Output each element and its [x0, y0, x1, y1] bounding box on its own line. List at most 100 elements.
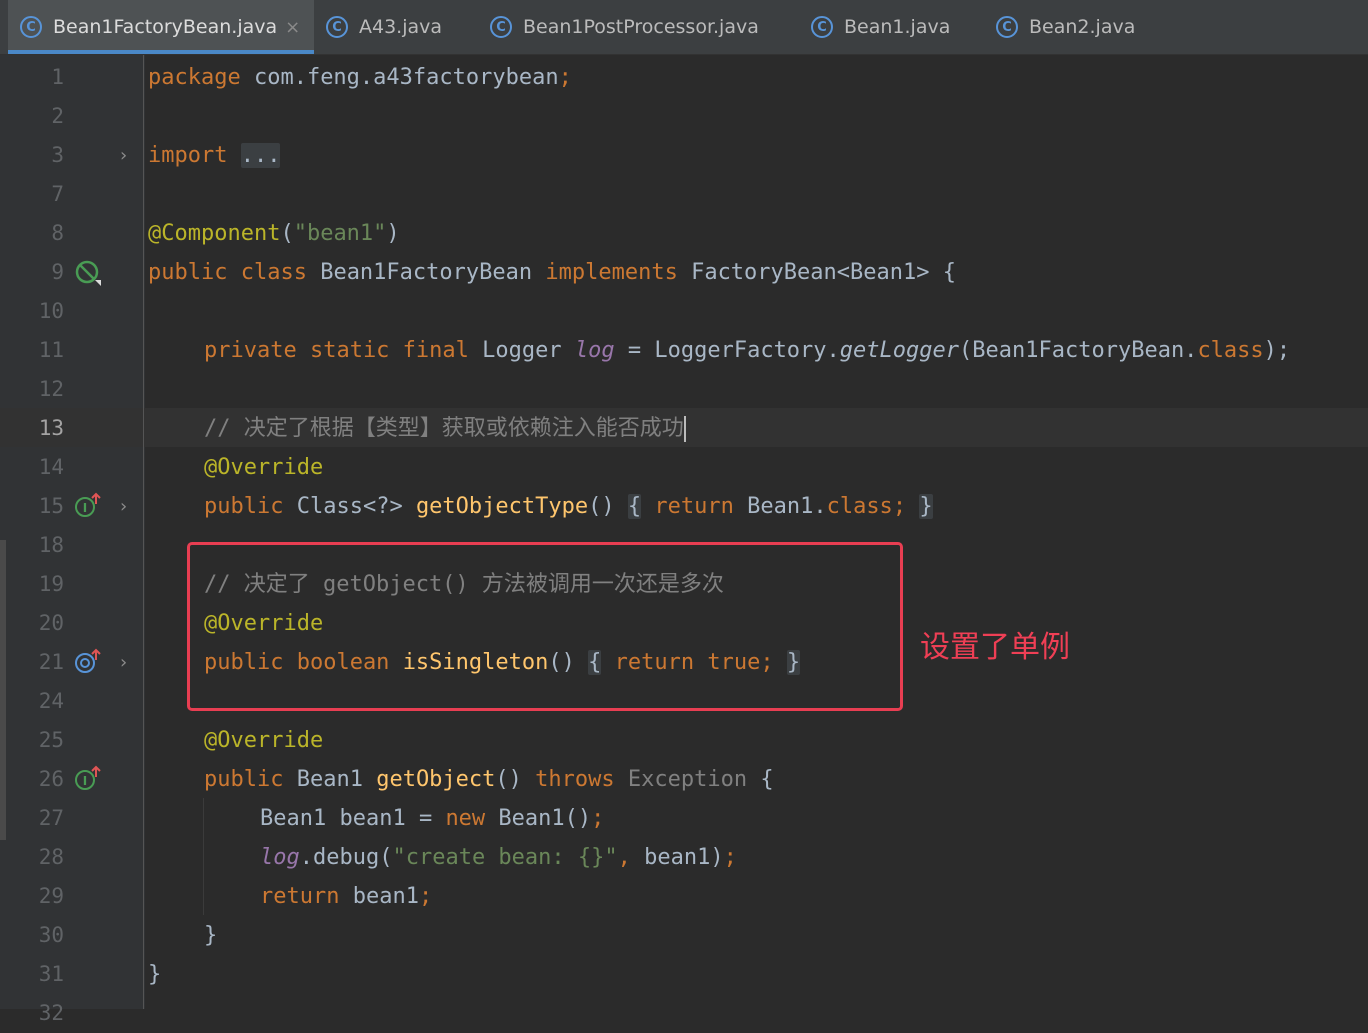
tab-bean1[interactable]: C Bean1.java — [811, 0, 950, 54]
code-line: 12 — [0, 370, 1368, 409]
tab-a43[interactable]: C A43.java — [326, 0, 442, 54]
code-text[interactable]: package com.feng.a43factorybean; — [148, 58, 572, 97]
method-call: getLogger — [839, 338, 960, 363]
svg-text:I: I — [83, 501, 87, 515]
line-number: 27 — [38, 806, 64, 830]
code-line: 13 // 决定了根据【类型】获取或依赖注入能否成功 — [0, 409, 1368, 448]
field: log — [260, 845, 300, 870]
indent-guide — [203, 798, 204, 915]
method-name: getObject — [376, 767, 496, 792]
keyword: public — [204, 494, 284, 519]
declaration: Bean1 bean1 = — [260, 806, 446, 831]
line-number: 1 — [51, 65, 64, 89]
code-text[interactable]: public Bean1 getObject() throws Exceptio… — [204, 760, 774, 799]
code-text[interactable]: @Component("bean1") — [148, 214, 400, 253]
close-icon[interactable]: × — [285, 17, 300, 38]
line-number: 2 — [51, 104, 64, 128]
class-icon: C — [811, 16, 833, 38]
code-text[interactable]: private static final Logger log = Logger… — [204, 331, 1290, 370]
tab-label: Bean2.java — [1029, 16, 1136, 38]
keyword: private static final — [204, 338, 469, 363]
string-literal: "bean1" — [293, 221, 387, 246]
code-line: 28 log.debug("create bean: {}", bean1); — [0, 838, 1368, 877]
line-number: 9 — [51, 260, 64, 284]
tab-label: Bean1PostProcessor.java — [523, 16, 759, 38]
line-number: 7 — [51, 182, 64, 206]
tab-bean2[interactable]: C Bean2.java — [996, 0, 1135, 54]
folded-imports[interactable]: ... — [240, 143, 281, 168]
code-text[interactable]: Bean1 bean1 = new Bean1(); — [260, 799, 604, 838]
operator: = LoggerFactory. — [614, 338, 840, 363]
code-line: 3 › import ... — [0, 136, 1368, 175]
class-ref: Bean1. — [733, 494, 827, 519]
keyword: implements — [545, 260, 678, 285]
tab-bean1postprocessor[interactable]: C Bean1PostProcessor.java — [490, 0, 759, 54]
method-call: .debug( — [299, 845, 393, 870]
line-number: 15 — [38, 494, 64, 518]
line-number: 25 — [38, 728, 64, 752]
code-text[interactable]: return bean1; — [260, 877, 432, 916]
paren: ) — [386, 221, 400, 246]
class-icon: C — [20, 16, 42, 38]
code-text[interactable]: public Class<?> getObjectType() { return… — [204, 487, 933, 526]
code-line: 9 public class Bean1FactoryBean implemen… — [0, 253, 1368, 292]
line-number: 21 — [38, 650, 64, 674]
annotation: @Override — [204, 728, 324, 753]
text-cursor — [683, 416, 686, 442]
keyword: throws — [535, 767, 615, 792]
brace: { — [747, 767, 774, 792]
paren: ( — [280, 221, 294, 246]
semicolon: ; — [723, 845, 737, 870]
comment: // 决定了根据【类型】获取或依赖注入能否成功 — [204, 416, 684, 441]
line-number: 30 — [38, 923, 64, 947]
fold-chevron-icon[interactable]: › — [118, 643, 129, 682]
keyword: return — [260, 884, 340, 909]
end: ); — [1263, 338, 1291, 363]
code-text[interactable]: // 决定了根据【类型】获取或依赖注入能否成功 — [204, 409, 686, 448]
implements-method-icon[interactable]: I — [74, 765, 102, 797]
annotation: @Override — [204, 455, 324, 480]
line-number: 26 — [38, 767, 64, 791]
class-icon: C — [490, 16, 512, 38]
code-text[interactable]: public class Bean1FactoryBean implements… — [148, 253, 956, 292]
highlight-box — [187, 542, 903, 711]
code-line: 26 I public Bean1 getObject() throws Exc… — [0, 760, 1368, 799]
keyword: package — [148, 65, 241, 90]
code-text[interactable]: @Override — [204, 448, 323, 487]
semicolon: ; — [591, 806, 605, 831]
class-icon: C — [326, 16, 348, 38]
code-line: 14 @Override — [0, 448, 1368, 487]
fold-chevron-icon[interactable]: › — [118, 136, 129, 175]
overrides-method-icon[interactable] — [74, 648, 102, 680]
no-bean-icon[interactable] — [74, 259, 102, 291]
tab-bean1factorybean[interactable]: C Bean1FactoryBean.java × — [8, 0, 314, 54]
fold-chevron-icon[interactable]: › — [118, 487, 129, 526]
code-line: 25 @Override — [0, 721, 1368, 760]
fold-brace: { — [627, 494, 642, 519]
class-name: Bean1FactoryBean — [306, 260, 546, 285]
constructor: Bean1() — [485, 806, 592, 831]
code-text[interactable]: } — [204, 916, 217, 955]
line-number: 18 — [38, 533, 64, 557]
variable: bean1 — [339, 884, 419, 909]
line-number: 10 — [38, 299, 64, 323]
tab-label: Bean1FactoryBean.java — [53, 16, 278, 38]
class-icon: C — [996, 16, 1018, 38]
code-text[interactable]: @Override — [204, 721, 323, 760]
fold-brace: } — [919, 494, 933, 519]
keyword: import — [148, 143, 228, 168]
code-line: 1 package com.feng.a43factorybean; — [0, 58, 1368, 97]
type: FactoryBean<Bean1> { — [677, 260, 956, 285]
semicolon: ; — [892, 494, 907, 519]
paren: () — [588, 494, 615, 519]
type: Class<?> — [283, 494, 416, 519]
line-number: 32 — [38, 1001, 64, 1025]
code-text[interactable]: } — [148, 955, 161, 994]
keyword: public — [204, 767, 284, 792]
implements-method-icon[interactable]: I — [74, 492, 102, 524]
code-line: 31 } — [0, 955, 1368, 994]
code-text[interactable]: log.debug("create bean: {}", bean1); — [260, 838, 737, 877]
method-name: getObjectType — [415, 494, 589, 519]
editor-tab-bar: C Bean1FactoryBean.java × C A43.java C B… — [0, 0, 1368, 55]
code-text[interactable]: import ... — [148, 136, 281, 175]
